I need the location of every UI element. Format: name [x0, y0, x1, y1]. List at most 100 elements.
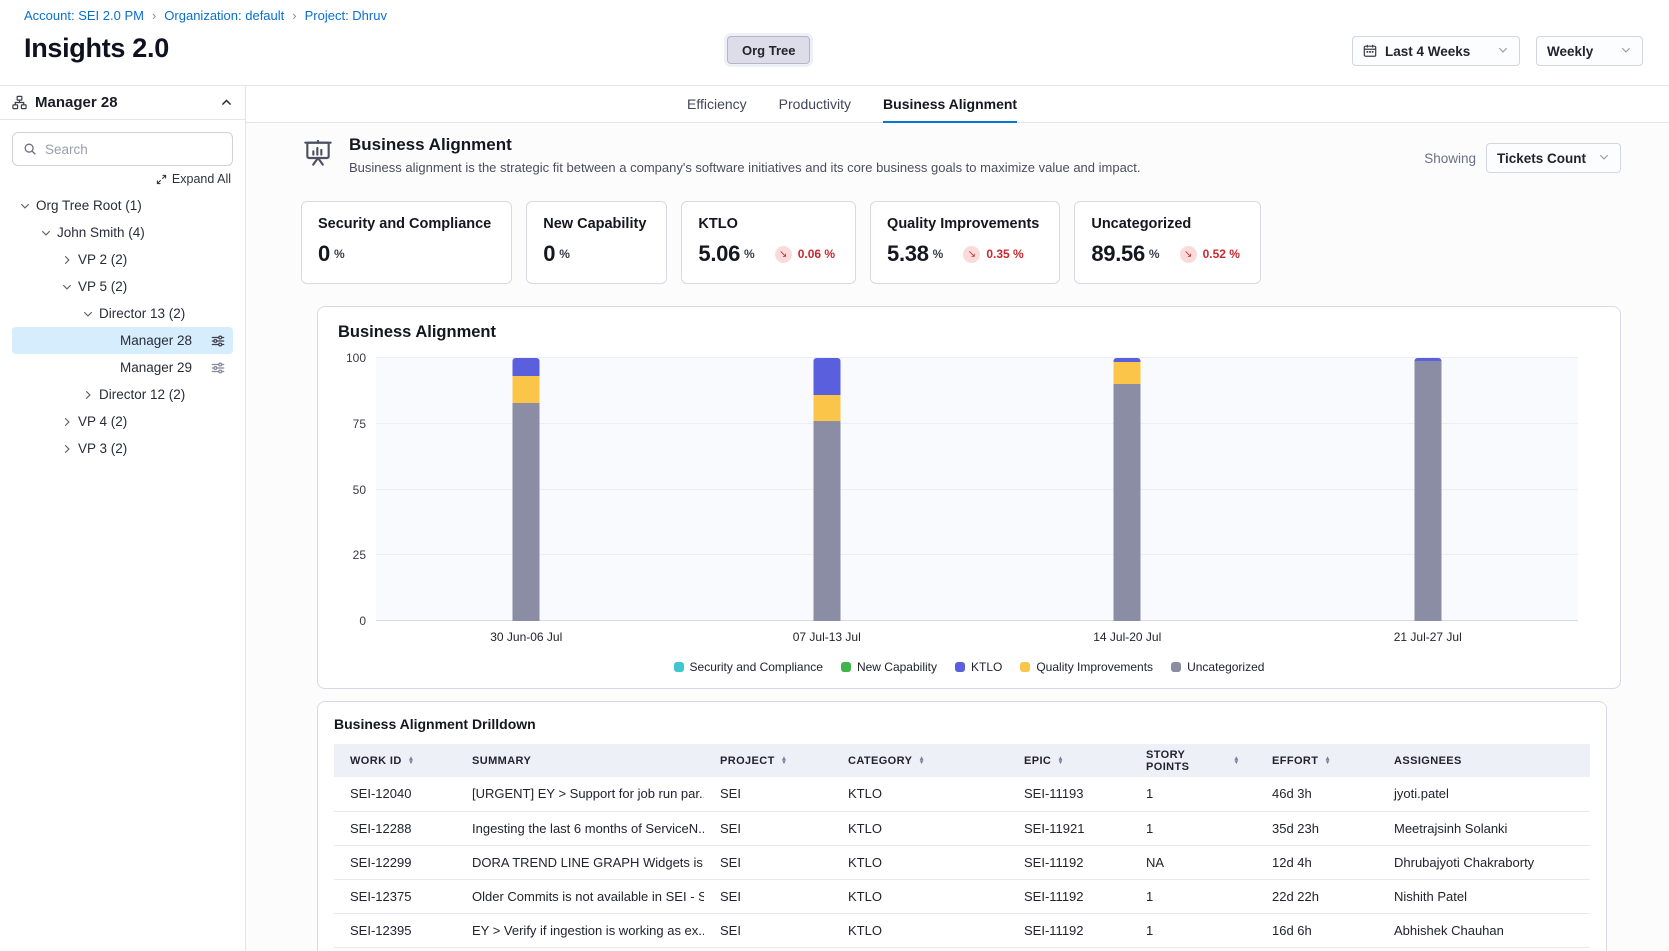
tree-item-label: Manager 29 — [120, 360, 192, 375]
stacked-bar[interactable] — [1414, 358, 1441, 621]
chevron-right-icon[interactable] — [61, 254, 73, 266]
cell-work-id: SEI-12040 — [334, 777, 456, 811]
legend-item[interactable]: Quality Improvements — [1020, 660, 1153, 674]
sort-icon[interactable]: ▲▼ — [781, 757, 788, 765]
kpi-value: 5.38 — [887, 241, 929, 267]
column-header-story-points[interactable]: STORY POINTS▲▼ — [1130, 744, 1256, 777]
column-header-project[interactable]: PROJECT▲▼ — [704, 744, 832, 777]
sort-icon[interactable]: ▲▼ — [1324, 757, 1331, 765]
tab-efficiency[interactable]: Efficiency — [687, 86, 747, 123]
chevron-right-icon[interactable] — [61, 416, 73, 428]
x-tick-label: 21 Jul-27 Jul — [1278, 630, 1579, 644]
tab-productivity[interactable]: Productivity — [779, 86, 851, 123]
breadcrumb-project-link[interactable]: Project: Dhruv — [305, 8, 387, 23]
stacked-bar[interactable] — [513, 358, 540, 621]
sort-icon[interactable]: ▲▼ — [918, 757, 925, 765]
column-header-effort[interactable]: EFFORT▲▼ — [1256, 744, 1378, 777]
cell-assignees: jyoti.patel — [1378, 777, 1590, 811]
kpi-title: Security and Compliance — [318, 216, 491, 232]
legend-item[interactable]: Security and Compliance — [674, 660, 823, 674]
expand-all-label: Expand All — [172, 172, 231, 186]
granularity-select[interactable]: Weekly — [1536, 36, 1643, 66]
org-tree-button[interactable]: Org Tree — [727, 36, 810, 64]
tree-item-vp-3[interactable]: VP 3 (2) — [12, 435, 233, 462]
main-panel: Efficiency Productivity Business Alignme… — [246, 86, 1669, 951]
cell-story-points: 1 — [1130, 913, 1256, 947]
date-range-select[interactable]: Last 4 Weeks — [1352, 36, 1520, 66]
tree-item-john-smith[interactable]: John Smith (4) — [12, 219, 233, 246]
cell-story-points: NA — [1130, 845, 1256, 879]
chevron-down-icon[interactable] — [61, 281, 73, 293]
y-tick-label: 0 — [359, 614, 366, 628]
breadcrumb-account-link[interactable]: Account: SEI 2.0 PM — [24, 8, 144, 23]
cell-effort: 22d 22h — [1256, 879, 1378, 913]
legend-item[interactable]: KTLO — [955, 660, 1002, 674]
kpi-value: 0 — [318, 241, 330, 267]
chevron-down-icon[interactable] — [19, 200, 31, 212]
kpi-value: 5.06 — [698, 241, 740, 267]
chevron-down-icon — [1497, 44, 1509, 59]
filter-sliders-icon[interactable] — [211, 334, 225, 348]
column-header-category[interactable]: CATEGORY▲▼ — [832, 744, 1008, 777]
tree-item-vp-2[interactable]: VP 2 (2) — [12, 246, 233, 273]
presentation-chart-icon — [301, 137, 335, 171]
x-tick-label: 30 Jun-06 Jul — [376, 630, 677, 644]
search-icon — [23, 142, 37, 156]
breadcrumb-organization-link[interactable]: Organization: default — [164, 8, 284, 23]
filter-sliders-icon[interactable] — [211, 361, 225, 375]
collapse-chevron-up-icon[interactable] — [220, 96, 233, 109]
chevron-down-icon[interactable] — [82, 308, 94, 320]
tree-item-org-tree-root[interactable]: Org Tree Root (1) — [12, 192, 233, 219]
legend-item[interactable]: Uncategorized — [1171, 660, 1264, 674]
chart-legend: Security and Compliance New Capability KTL… — [338, 660, 1600, 674]
cell-summary: Ingesting the last 6 months of ServiceN.… — [456, 811, 704, 845]
cell-summary: DORA TREND LINE GRAPH Widgets is n... — [456, 845, 704, 879]
tree-item-director-12[interactable]: Director 12 (2) — [12, 381, 233, 408]
table-row[interactable]: SEI-12299 DORA TREND LINE GRAPH Widgets … — [334, 845, 1590, 879]
sort-icon[interactable]: ▲▼ — [1233, 757, 1240, 765]
section-title: Business Alignment — [349, 135, 1141, 155]
stacked-bar[interactable] — [1114, 358, 1141, 621]
table-row[interactable]: SEI-12395 EY > Verify if ingestion is wo… — [334, 913, 1590, 947]
tree-item-manager-28[interactable]: Manager 28 — [12, 327, 233, 354]
cell-work-id: SEI-12395 — [334, 913, 456, 947]
tree-search-box — [12, 132, 233, 166]
cell-work-id: SEI-12288 — [334, 811, 456, 845]
legend-item[interactable]: New Capability — [841, 660, 937, 674]
chevron-right-icon[interactable] — [82, 389, 94, 401]
table-row[interactable]: SEI-12288 Ingesting the last 6 months of… — [334, 811, 1590, 845]
tree-item-manager-29[interactable]: Manager 29 — [12, 354, 233, 381]
kpi-card-new-capability: New Capability 0 % — [526, 201, 667, 284]
column-header-work-id[interactable]: WORK ID▲▼ — [334, 744, 456, 777]
tree-search-input[interactable] — [45, 142, 222, 157]
chart-band — [376, 358, 677, 621]
cell-work-id: SEI-12299 — [334, 845, 456, 879]
tree-item-label: VP 4 (2) — [78, 414, 127, 429]
drilldown-table: WORK ID▲▼ SUMMARY PROJECT▲▼ CATEGORY▲▼ E… — [334, 744, 1590, 948]
cell-story-points: 1 — [1130, 879, 1256, 913]
y-tick-label: 50 — [353, 483, 366, 497]
tree-item-vp-4[interactable]: VP 4 (2) — [12, 408, 233, 435]
granularity-value: Weekly — [1547, 44, 1606, 59]
table-row[interactable]: SEI-12040 [URGENT] EY > Support for job … — [334, 777, 1590, 811]
cell-effort: 46d 3h — [1256, 777, 1378, 811]
chevron-down-icon[interactable] — [40, 227, 52, 239]
tree-item-director-13[interactable]: Director 13 (2) — [12, 300, 233, 327]
legend-label: KTLO — [971, 660, 1002, 674]
sort-icon[interactable]: ▲▼ — [1057, 757, 1064, 765]
table-row[interactable]: SEI-12375 Older Commits is not available… — [334, 879, 1590, 913]
column-header-epic[interactable]: EPIC▲▼ — [1008, 744, 1130, 777]
column-header-assignees: ASSIGNEES — [1378, 744, 1590, 777]
tab-bar: Efficiency Productivity Business Alignme… — [246, 86, 1669, 123]
tab-business-alignment[interactable]: Business Alignment — [883, 86, 1017, 123]
y-tick-label: 75 — [353, 417, 366, 431]
bar-segment-ktlo — [513, 358, 540, 376]
expand-all-button[interactable]: Expand All — [156, 172, 231, 186]
chevron-right-icon[interactable] — [61, 443, 73, 455]
business-alignment-content: Business Alignment Business alignment is… — [246, 123, 1669, 951]
tree-item-vp-5[interactable]: VP 5 (2) — [12, 273, 233, 300]
stacked-bar[interactable] — [813, 358, 840, 621]
showing-select[interactable]: Tickets Count — [1486, 143, 1621, 173]
sort-icon[interactable]: ▲▼ — [408, 757, 415, 765]
drilldown-card: Business Alignment Drilldown WORK ID▲▼ S… — [317, 701, 1607, 951]
